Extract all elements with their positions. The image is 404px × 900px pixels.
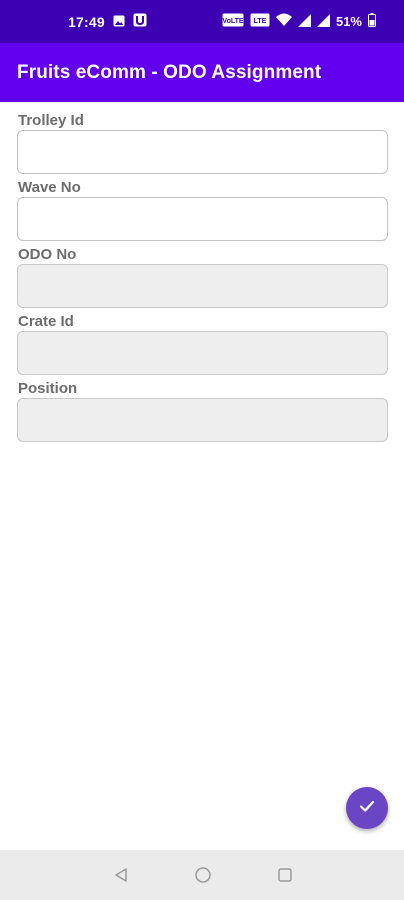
status-right: VoLTE LTE 51% (222, 13, 376, 30)
battery-icon (368, 13, 376, 30)
battery-percent: 51% (335, 14, 362, 29)
svg-text:VoLTE: VoLTE (222, 18, 243, 25)
status-time: 17:49 (68, 13, 105, 30)
position-input (17, 398, 388, 442)
trolley-id-label: Trolley Id (18, 112, 84, 129)
u-app-icon (133, 13, 147, 30)
back-icon[interactable] (111, 865, 131, 885)
volte-icon: VoLTE (222, 13, 244, 30)
odo-no-label: ODO No (18, 246, 77, 263)
system-nav-bar (0, 850, 404, 900)
wave-no-input[interactable] (17, 197, 388, 241)
trolley-id-input[interactable] (17, 130, 388, 174)
image-icon (113, 14, 125, 30)
wifi-icon (275, 13, 292, 30)
wave-no-label: Wave No (18, 179, 81, 196)
svg-text:LTE: LTE (254, 18, 267, 25)
recents-icon[interactable] (275, 865, 295, 885)
odo-no-input (17, 264, 388, 308)
signal-icon (316, 13, 330, 30)
volte-icon: LTE (250, 13, 270, 30)
status-left: 17:49 (68, 13, 147, 30)
crate-id-input (17, 331, 388, 375)
status-bar: 17:49 VoLTE LTE 51% (0, 0, 404, 43)
check-icon (357, 796, 377, 821)
odo-assignment-form: Trolley Id Wave No ODO No Crate Id Posit… (17, 102, 388, 442)
home-icon[interactable] (193, 865, 213, 885)
app-title: Fruits eComm - ODO Assignment (17, 61, 322, 83)
crate-id-label: Crate Id (18, 313, 74, 330)
position-label: Position (18, 380, 78, 397)
app-bar: Fruits eComm - ODO Assignment (0, 43, 404, 102)
submit-fab-button[interactable] (346, 787, 388, 829)
signal-icon (297, 13, 311, 30)
